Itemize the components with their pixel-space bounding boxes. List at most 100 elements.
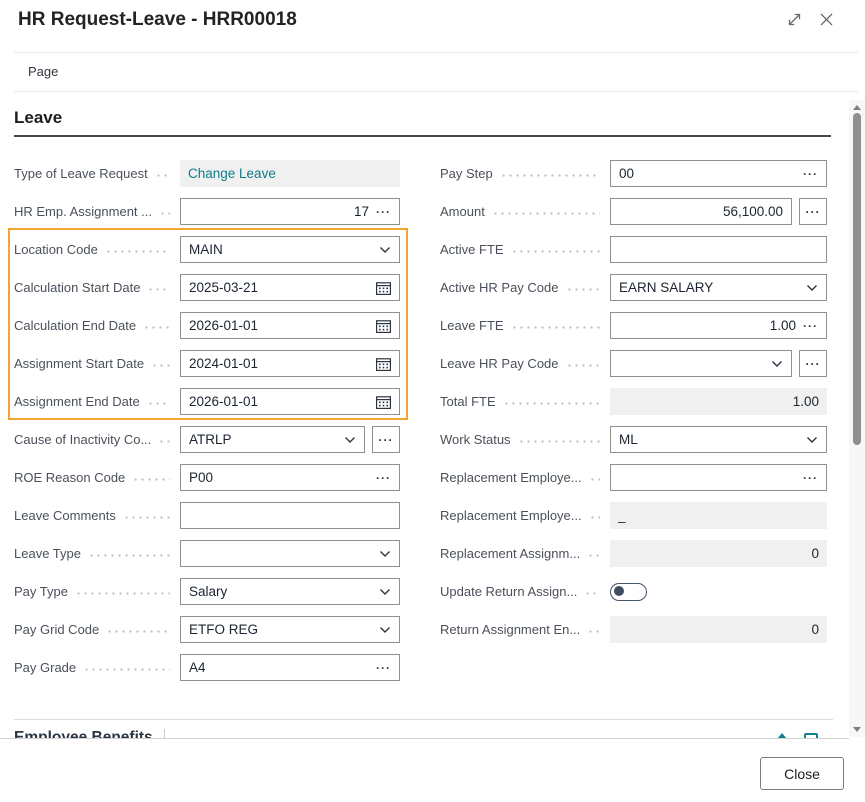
field-row: Pay Grid CodeETFO REG [14,616,400,643]
field-row: Pay Type Salary [14,578,400,605]
dotted-leader [589,516,600,519]
field-label: HR Emp. Assignment ... [14,204,180,219]
dropdown-field[interactable]: EARN SALARY [610,274,827,301]
expand-icon[interactable] [783,8,805,30]
dropdown-field[interactable]: MAIN [180,236,400,263]
dropdown-field[interactable]: ETFO REG [180,616,400,643]
ellipsis-button[interactable]: ··· [372,426,400,453]
field-label: Replacement Assignm... [440,546,610,561]
chevron-down-icon[interactable] [379,246,391,254]
text-field[interactable]: 17 ··· [180,198,400,225]
toggle-switch[interactable] [610,583,647,601]
text-field[interactable]: ··· [610,464,827,491]
dropdown-field[interactable] [610,350,792,377]
ellipsis-icon[interactable]: ··· [376,663,391,673]
dropdown-field[interactable]: Salary [180,578,400,605]
dotted-leader [584,592,600,595]
field-row: Update Return Assign... [440,578,827,605]
text-field[interactable] [610,236,827,263]
field-label: Work Status [440,432,610,447]
dotted-leader [75,592,170,595]
field-row: Pay GradeA4··· [14,654,400,681]
field-label: Calculation End Date [14,318,180,333]
date-field[interactable]: 2024-01-01 [180,350,400,377]
field-row: HR Emp. Assignment ... 17 ··· [14,198,400,225]
chevron-down-icon[interactable] [379,588,391,596]
field-value: 2025-03-21 [189,280,369,295]
field-value: 17 [189,204,369,219]
text-field[interactable]: 00··· [610,160,827,187]
field-value: A4 [189,660,369,675]
calendar-icon[interactable] [376,319,391,333]
menu-item-page[interactable]: Page [28,64,58,79]
field-label: Leave HR Pay Code [440,356,610,371]
close-icon[interactable] [815,8,837,30]
scrollbar-up-icon[interactable] [853,105,861,110]
chevron-down-icon[interactable] [379,626,391,634]
field-value: EARN SALARY [619,280,799,295]
calendar-icon[interactable] [376,281,391,295]
field-row: Leave HR Pay Code ··· [440,350,827,377]
text-field[interactable]: A4 ··· [180,654,400,681]
field-value: Change Leave [188,166,392,181]
field-row: Location CodeMAIN [14,236,400,263]
dotted-leader [589,478,600,481]
text-field[interactable] [180,502,400,529]
separator [14,719,833,720]
dotted-leader [147,288,170,291]
field-value: 56,100.00 [619,204,783,219]
field-value: 2026-01-01 [189,394,369,409]
chevron-down-icon[interactable] [771,360,783,368]
readonly-field: 1.00 [610,388,827,415]
ellipsis-icon[interactable]: ··· [803,321,818,331]
dropdown-field[interactable] [180,540,400,567]
ellipsis-icon[interactable]: ··· [803,169,818,179]
dropdown-field[interactable]: ML [610,426,827,453]
text-field[interactable]: 56,100.00 [610,198,792,225]
ellipsis-icon[interactable]: ··· [376,207,391,217]
text-field[interactable]: 1.00··· [610,312,827,339]
dotted-leader [132,478,170,481]
scrollbar-thumb[interactable] [853,113,861,445]
field-row: Total FTE1.00 [440,388,827,415]
close-button[interactable]: Close [760,757,844,790]
chevron-down-icon[interactable] [806,436,818,444]
field-row: Assignment Start Date2024-01-01 [14,350,400,377]
separator [14,52,858,53]
field-value: ML [619,432,799,447]
chevron-down-icon[interactable] [379,550,391,558]
section-divider [14,135,831,137]
field-label: Pay Type [14,584,180,599]
field-row: ROE Reason CodeP00··· [14,464,400,491]
calendar-icon[interactable] [376,357,391,371]
field-value: ETFO REG [189,622,372,637]
calendar-icon[interactable] [376,395,391,409]
ellipsis-button[interactable]: ··· [799,198,827,225]
date-field[interactable]: 2025-03-21 [180,274,400,301]
field-value: Salary [189,584,372,599]
dotted-leader [503,402,600,405]
ellipsis-button[interactable]: ··· [799,350,827,377]
scrollbar-down-icon[interactable] [853,727,861,732]
ellipsis-icon[interactable]: ··· [376,473,391,483]
chevron-down-icon[interactable] [344,436,356,444]
readonly-field: 0 [610,540,827,567]
chevron-down-icon[interactable] [806,284,818,292]
dotted-leader [518,440,600,443]
vertical-scrollbar[interactable] [849,100,865,737]
field-row: Replacement Assignm...0 [440,540,827,567]
text-field[interactable]: P00··· [180,464,400,491]
date-field[interactable]: 2026-01-01 [180,312,400,339]
field-label: Leave FTE [440,318,610,333]
dotted-leader [106,630,170,633]
ellipsis-icon[interactable]: ··· [803,473,818,483]
date-field[interactable]: 2026-01-01 [180,388,400,415]
form-column-left: Type of Leave RequestChange LeaveHR Emp.… [14,160,400,692]
field-value: 0 [618,622,819,637]
dropdown-field[interactable]: ATRLP [180,426,365,453]
field-label: Calculation Start Date [14,280,180,295]
fasttab-employee-benefits[interactable]: Employee Benefits [14,727,833,738]
field-row: Leave FTE1.00··· [440,312,827,339]
field-label: Replacement Employe... [440,470,610,485]
field-label: Active HR Pay Code [440,280,610,295]
